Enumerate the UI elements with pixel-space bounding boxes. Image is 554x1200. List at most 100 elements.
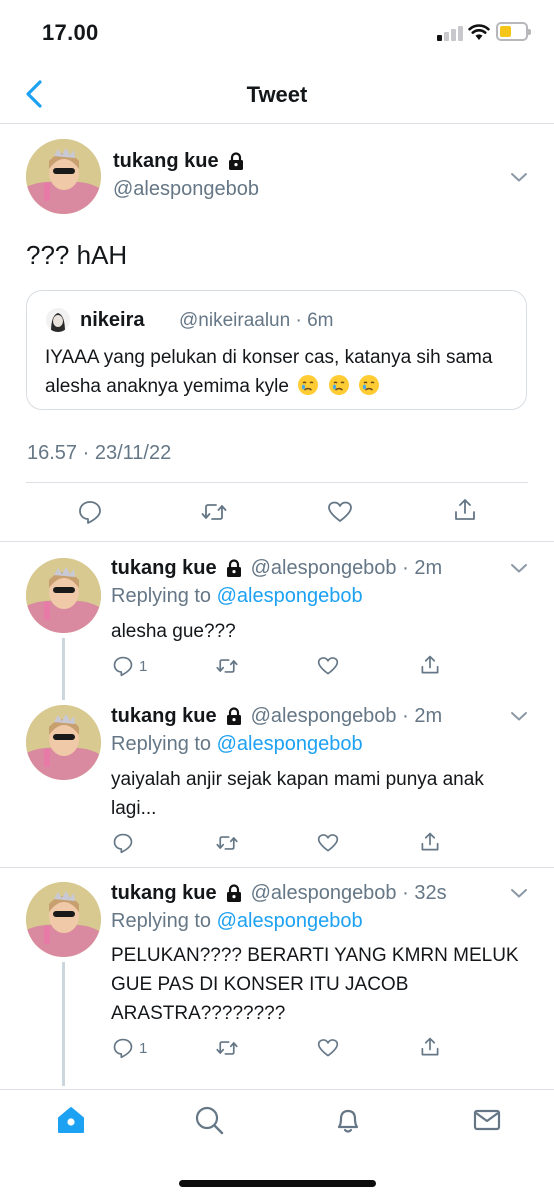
quote-text-content: IYAAA yang pelukan di konser cas, katany… [45, 347, 493, 397]
tab-notifications[interactable] [333, 1105, 363, 1135]
page-title: Tweet [246, 82, 308, 107]
reply-button[interactable] [112, 1037, 134, 1059]
like-button[interactable] [317, 1037, 339, 1059]
reply-button[interactable] [77, 499, 103, 525]
mention-link[interactable]: @alespongebob [217, 910, 363, 932]
reply-header[interactable]: tukang kue @alespongebob · 2m [111, 557, 442, 580]
chevron-down-icon[interactable] [510, 710, 528, 722]
retweet-icon [216, 1041, 238, 1055]
search-icon [195, 1106, 224, 1135]
battery-icon [496, 22, 531, 41]
retweet-button[interactable] [201, 499, 227, 525]
avatar[interactable] [26, 882, 101, 957]
replying-to: Replying to @alespongebob [111, 910, 363, 933]
retweet-icon [201, 504, 227, 520]
tweet-timestamp: 16.57 · 23/11/22 [27, 442, 172, 464]
reply-icon [79, 501, 101, 524]
chevron-down-icon[interactable] [510, 887, 528, 899]
author-handle[interactable]: @alespongebob [113, 178, 259, 201]
retweet-button[interactable] [216, 1037, 238, 1059]
notifications-icon [337, 1109, 359, 1133]
share-button[interactable] [452, 497, 478, 523]
reply-text: alesha gue??? [111, 621, 236, 642]
quoted-tweet[interactable]: nikeira @nikeiraalun · 6m IYAAA yang pel… [26, 290, 527, 410]
like-button[interactable] [317, 832, 339, 854]
like-button[interactable] [327, 499, 353, 525]
divider [26, 482, 528, 483]
reply-text: PELUKAN???? BERARTI YANG KMRN MELUK GUE … [111, 945, 519, 1024]
author-name: tukang kue [111, 705, 217, 727]
replying-to-label: Replying to [111, 733, 212, 755]
tab-search[interactable] [194, 1105, 224, 1135]
reply-count: 1 [139, 658, 148, 675]
chevron-down-icon[interactable] [510, 171, 528, 183]
reply-count: 1 [139, 1040, 148, 1057]
author-handle: @alespongebob · 32s [250, 882, 447, 904]
tab-home[interactable] [56, 1105, 86, 1135]
lock-icon [226, 884, 241, 902]
cellular-signal-icon [437, 25, 463, 41]
heart-icon [328, 501, 352, 522]
reply-icon [113, 656, 133, 677]
reply-header[interactable]: tukang kue @alespongebob · 2m [111, 705, 442, 728]
avatar[interactable] [26, 705, 101, 780]
author-name[interactable]: tukang kue [113, 150, 245, 173]
home-icon [58, 1107, 84, 1133]
share-icon [421, 832, 439, 851]
heart-icon [317, 1039, 339, 1057]
crying-face-icon [328, 375, 349, 395]
replying-to-label: Replying to [111, 585, 212, 607]
share-button[interactable] [419, 654, 441, 676]
replying-to: Replying to @alespongebob [111, 733, 363, 756]
author-name: tukang kue [111, 557, 217, 579]
retweet-icon [216, 836, 238, 850]
lock-icon [226, 559, 241, 577]
reply-icon [113, 1038, 133, 1059]
status-bar: 17.00 [0, 0, 554, 66]
author-handle: @alespongebob · 2m [250, 705, 443, 727]
author-name: tukang kue [111, 882, 217, 904]
chevron-down-icon[interactable] [510, 562, 528, 574]
reply-header[interactable]: tukang kue @alespongebob · 32s [111, 882, 447, 905]
share-icon [421, 1037, 439, 1056]
home-indicator [179, 1180, 376, 1187]
replying-to-label: Replying to [111, 910, 212, 932]
crying-face-icon [358, 375, 379, 395]
reply-icon [113, 833, 133, 854]
quote-avatar [46, 308, 70, 332]
avatar[interactable] [26, 558, 101, 633]
heart-icon [317, 834, 339, 852]
nav-bar: Tweet [0, 66, 554, 124]
messages-icon [473, 1109, 501, 1131]
wifi-icon [468, 24, 490, 40]
retweet-button[interactable] [216, 832, 238, 854]
share-icon [421, 655, 439, 674]
avatar[interactable] [26, 139, 101, 214]
heart-icon [317, 657, 339, 675]
tweet-text: ??? hAH [26, 240, 128, 270]
author-handle: @alespongebob · 2m [250, 557, 443, 579]
lock-icon [226, 707, 241, 725]
status-time: 17.00 [42, 20, 99, 45]
retweet-icon [216, 659, 238, 673]
reply-button[interactable] [112, 832, 134, 854]
divider [0, 867, 554, 868]
tab-messages[interactable] [472, 1105, 502, 1135]
lock-icon [228, 152, 243, 170]
share-icon [455, 499, 475, 520]
mention-link[interactable]: @alespongebob [217, 733, 363, 755]
like-button[interactable] [317, 655, 339, 677]
reply-button[interactable] [112, 655, 134, 677]
crying-face-icon [298, 375, 319, 395]
share-button[interactable] [419, 831, 441, 853]
share-button[interactable] [419, 1036, 441, 1058]
author-name-text: tukang kue [113, 150, 219, 172]
mention-link[interactable]: @alespongebob [217, 585, 363, 607]
quote-author-handle: @nikeiraalun · 6m [179, 310, 334, 331]
retweet-button[interactable] [216, 655, 238, 677]
thread-line [62, 962, 65, 1086]
divider [0, 541, 554, 542]
thread-line [62, 638, 65, 700]
quote-author-name: nikeira [80, 309, 145, 331]
quote-text: IYAAA yang pelukan di konser cas, katany… [45, 343, 515, 401]
